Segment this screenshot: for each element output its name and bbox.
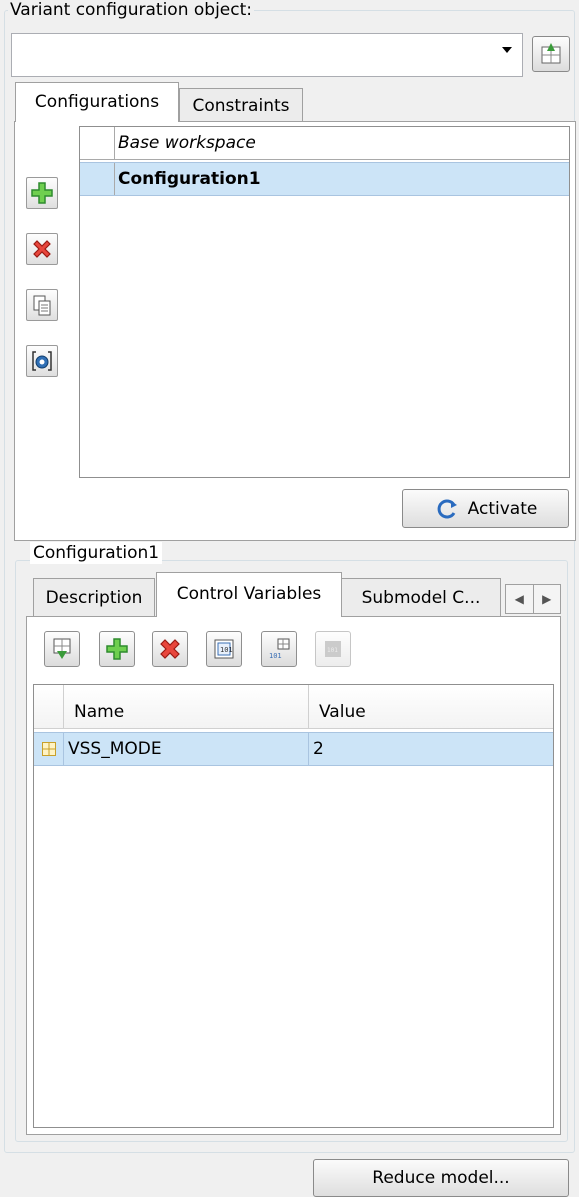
delete-control-variable-button[interactable] (152, 631, 188, 667)
column-divider (308, 685, 309, 728)
copy-configuration-button[interactable] (26, 289, 58, 321)
dropdown-arrow-icon[interactable] (502, 47, 512, 53)
tab-scroll-right-icon[interactable]: ▶ (534, 585, 561, 613)
validate-icon (32, 351, 52, 371)
convert-to-parameter-button[interactable]: 101 (206, 631, 242, 667)
delete-configuration-button[interactable] (26, 233, 58, 265)
row-indicator (80, 163, 115, 195)
column-divider (308, 733, 309, 765)
copy-icon (33, 295, 51, 316)
config-row-configuration1[interactable]: Configuration1 (80, 162, 569, 196)
plus-icon (106, 638, 128, 660)
tab-description[interactable]: Description (33, 578, 155, 616)
variant-config-label: Variant configuration object: (8, 0, 254, 20)
configurations-table: Base workspace Configuration1 (79, 126, 570, 478)
variable-value-cell[interactable]: 2 (313, 733, 324, 765)
svg-text:101: 101 (269, 652, 282, 660)
tab-submodel-configurations[interactable]: Submodel C... (341, 578, 501, 616)
validate-configuration-button[interactable] (26, 345, 58, 377)
svg-text:101: 101 (220, 646, 233, 654)
export-param-icon: 101 (269, 638, 290, 660)
tab-constraints[interactable]: Constraints (179, 88, 303, 122)
add-configuration-button[interactable] (26, 177, 58, 209)
tab-scroll-left-icon[interactable]: ◀ (506, 585, 534, 613)
tab-configurations[interactable]: Configurations (15, 82, 179, 122)
row-indicator (80, 127, 115, 159)
table-row[interactable]: VSS_MODE 2 (34, 732, 553, 766)
delete-icon (160, 639, 180, 659)
tab-control-variables[interactable]: Control Variables (156, 572, 342, 617)
column-header-value[interactable]: Value (319, 685, 366, 728)
activate-button[interactable]: Activate (402, 489, 569, 528)
export-variant-object-button[interactable] (532, 36, 570, 72)
variant-config-object-combo[interactable] (11, 33, 523, 77)
config-name: Base workspace (118, 133, 256, 153)
add-control-variable-button[interactable] (99, 631, 135, 667)
tab-scroll-buttons: ◀ ▶ (505, 584, 561, 614)
activate-label: Activate (467, 498, 538, 519)
plus-icon (31, 182, 53, 204)
config-name: Configuration1 (118, 169, 261, 189)
export-icon (541, 43, 561, 64)
configuration-details-title: Configuration1 (30, 542, 163, 564)
import-control-variables-button[interactable] (44, 631, 80, 667)
variable-name-cell[interactable]: VSS_MODE (68, 733, 162, 765)
config-row-base-workspace[interactable]: Base workspace (80, 127, 569, 160)
export-control-variable-button[interactable]: 101 (261, 631, 297, 667)
reduce-model-button[interactable]: Reduce model... (313, 1159, 569, 1197)
column-header-name[interactable]: Name (74, 685, 124, 728)
import-icon (53, 638, 71, 659)
delete-icon (33, 240, 51, 258)
table-header: Name Value (34, 685, 553, 729)
disabled-toolbar-button[interactable]: 101 (315, 631, 351, 667)
svg-text:101: 101 (327, 647, 338, 654)
control-variables-table: Name Value VSS_MODE 2 (33, 684, 554, 1128)
grid-icon (41, 742, 56, 756)
row-indicator (34, 733, 64, 765)
disabled-param-icon: 101 (325, 641, 341, 657)
activate-icon (437, 499, 457, 518)
convert-icon: 101 (214, 639, 234, 659)
header-index-cell (34, 685, 64, 728)
